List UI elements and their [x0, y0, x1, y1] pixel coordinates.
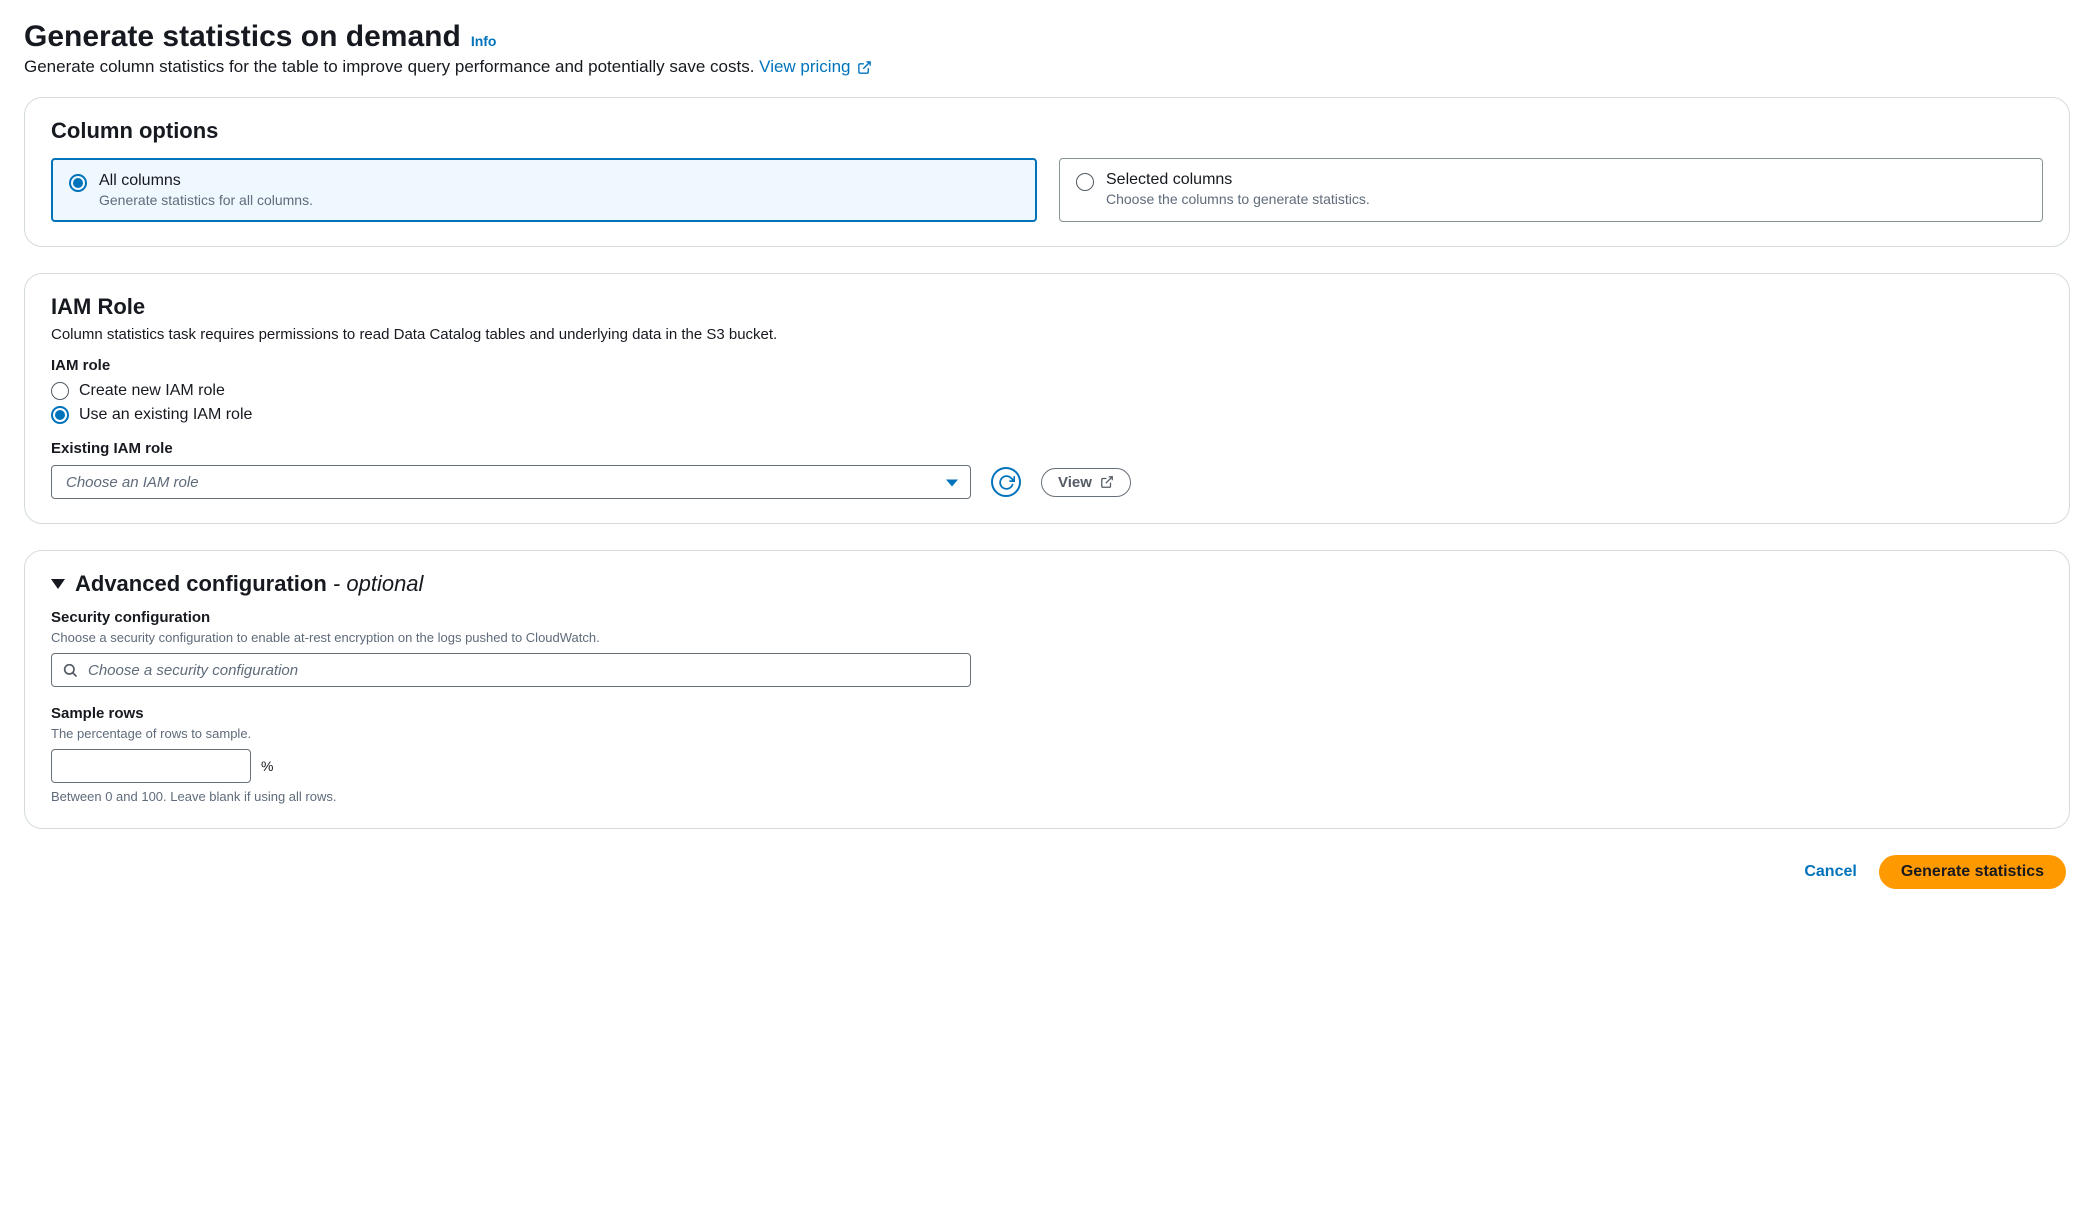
radio-create-iam-role[interactable]: Create new IAM role	[51, 382, 2043, 400]
iam-role-select[interactable]: Choose an IAM role	[51, 465, 971, 499]
security-config-desc: Choose a security configuration to enabl…	[51, 630, 2043, 645]
radio-icon	[51, 382, 69, 400]
page-description: Generate column statistics for the table…	[24, 57, 2070, 77]
iam-role-field-label: IAM role	[51, 357, 2043, 374]
view-role-label: View	[1058, 474, 1092, 491]
cancel-button[interactable]: Cancel	[1804, 863, 1856, 881]
advanced-config-optional: - optional	[333, 571, 424, 596]
view-role-button[interactable]: View	[1041, 468, 1131, 497]
view-pricing-link[interactable]: View pricing	[759, 57, 871, 77]
radio-create-label: Create new IAM role	[79, 382, 225, 400]
iam-role-placeholder: Choose an IAM role	[66, 474, 199, 491]
existing-iam-role-label: Existing IAM role	[51, 440, 2043, 457]
refresh-button[interactable]	[991, 467, 1021, 497]
footer-actions: Cancel Generate statistics	[24, 855, 2070, 889]
tile-selected-columns-label: Selected columns	[1106, 171, 1370, 189]
iam-role-panel: IAM Role Column statistics task requires…	[24, 273, 2070, 524]
chevron-down-icon	[51, 579, 65, 589]
page-description-text: Generate column statistics for the table…	[24, 57, 754, 76]
column-options-panel: Column options All columns Generate stat…	[24, 97, 2070, 247]
security-config-select[interactable]	[51, 653, 971, 687]
security-config-label: Security configuration	[51, 609, 2043, 626]
tile-selected-columns[interactable]: Selected columns Choose the columns to g…	[1059, 158, 2043, 222]
sample-rows-input[interactable]	[51, 749, 251, 783]
info-link[interactable]: Info	[471, 33, 497, 49]
radio-icon	[51, 406, 69, 424]
tile-all-columns[interactable]: All columns Generate statistics for all …	[51, 158, 1037, 222]
advanced-config-panel: Advanced configuration - optional Securi…	[24, 550, 2070, 829]
radio-icon	[69, 174, 87, 192]
tile-all-columns-desc: Generate statistics for all columns.	[99, 192, 313, 208]
chevron-down-icon	[946, 480, 958, 487]
sample-rows-desc: The percentage of rows to sample.	[51, 726, 2043, 741]
sample-rows-hint: Between 0 and 100. Leave blank if using …	[51, 789, 2043, 804]
search-icon	[62, 662, 78, 678]
generate-statistics-button[interactable]: Generate statistics	[1879, 855, 2066, 889]
iam-role-title: IAM Role	[51, 294, 2043, 320]
radio-icon	[1076, 173, 1094, 191]
external-link-icon	[857, 60, 872, 75]
percent-unit: %	[261, 758, 273, 774]
radio-use-existing-iam-role[interactable]: Use an existing IAM role	[51, 406, 2043, 424]
radio-existing-label: Use an existing IAM role	[79, 406, 252, 424]
advanced-config-toggle[interactable]: Advanced configuration - optional	[51, 571, 2043, 597]
advanced-config-title: Advanced configuration	[75, 571, 327, 596]
external-link-icon	[1100, 475, 1114, 489]
sample-rows-label: Sample rows	[51, 705, 2043, 722]
iam-role-desc: Column statistics task requires permissi…	[51, 326, 2043, 343]
page-title: Generate statistics on demand	[24, 20, 461, 53]
view-pricing-label: View pricing	[759, 57, 850, 77]
security-config-input[interactable]	[88, 662, 960, 679]
refresh-icon	[998, 474, 1015, 491]
tile-all-columns-label: All columns	[99, 172, 313, 190]
column-options-title: Column options	[51, 118, 2043, 144]
tile-selected-columns-desc: Choose the columns to generate statistic…	[1106, 191, 1370, 207]
